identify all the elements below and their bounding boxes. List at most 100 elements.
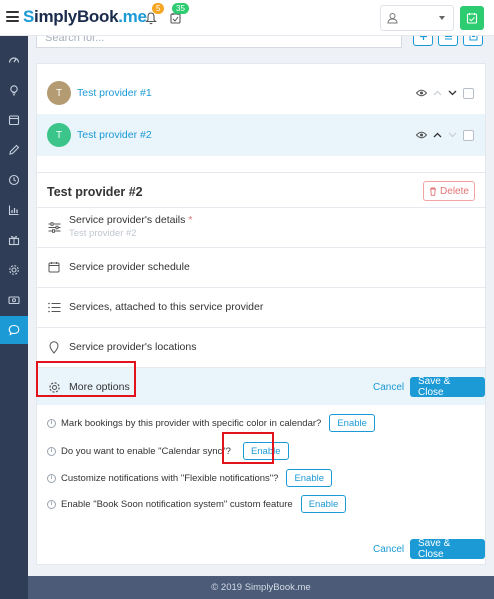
- eye-icon[interactable]: [415, 129, 427, 141]
- sidebar-item-history[interactable]: [0, 166, 28, 194]
- user-icon: [387, 13, 398, 24]
- sidebar-item-ideas[interactable]: [0, 76, 28, 104]
- export-icon: [469, 36, 477, 41]
- enable-color-button[interactable]: Enable: [329, 414, 375, 432]
- gift-icon: [8, 235, 20, 246]
- more-options-body: i Mark bookings by this provider with sp…: [37, 405, 485, 531]
- location-pin-icon: [47, 340, 61, 354]
- cancel-button[interactable]: Cancel: [373, 544, 404, 555]
- details-sub: Test provider #2: [69, 228, 137, 239]
- money-icon: [8, 296, 20, 305]
- chevron-up-icon[interactable]: [431, 87, 443, 99]
- more-options-row[interactable]: More options Cancel Save & Close: [37, 367, 485, 405]
- menu-icon[interactable]: [6, 11, 19, 22]
- details-row[interactable]: Service provider's details * Test provid…: [37, 207, 485, 247]
- info-icon: i: [47, 473, 56, 483]
- locations-row[interactable]: Service provider's locations: [37, 327, 485, 367]
- gear-icon: [9, 265, 19, 275]
- info-icon: i: [47, 499, 56, 509]
- list-view-button[interactable]: [438, 36, 458, 46]
- calendar-check-icon: [466, 13, 478, 24]
- notifications-badge: 5: [152, 3, 165, 14]
- schedule-label: Service provider schedule: [69, 261, 190, 273]
- required-mark: *: [188, 214, 193, 226]
- enable-flexible-notifications-button[interactable]: Enable: [286, 469, 333, 487]
- chart-icon: [8, 205, 19, 216]
- info-icon: i: [47, 446, 56, 456]
- save-close-button[interactable]: Save & Close: [410, 376, 485, 398]
- enable-calendar-sync-button[interactable]: Enable: [242, 442, 289, 460]
- list-item[interactable]: T Test provider #2: [37, 114, 485, 156]
- sidebar-item-chat[interactable]: [0, 316, 28, 344]
- dashboard-icon: [8, 57, 20, 63]
- enable-book-soon-button[interactable]: Enable: [300, 495, 347, 513]
- feature-text: Do you want to enable "Calendar sync"?: [61, 445, 231, 457]
- delete-button[interactable]: Delete: [423, 181, 475, 201]
- row-checkbox[interactable]: [463, 129, 474, 141]
- tasks-badge: 35: [172, 3, 189, 14]
- trash-icon: [430, 187, 437, 196]
- list-item[interactable]: T Test provider #1: [37, 72, 485, 114]
- services-row[interactable]: Services, attached to this service provi…: [37, 287, 485, 327]
- clock-icon: [8, 174, 20, 186]
- copyright-text: © 2019 SimplyBook.me: [211, 582, 311, 593]
- footer: © 2019 SimplyBook.me: [28, 576, 494, 599]
- page-title: Test provider #2: [47, 185, 143, 199]
- calendar-quick-button[interactable]: [460, 6, 484, 30]
- chevron-down-icon[interactable]: [446, 87, 458, 99]
- eye-icon[interactable]: [415, 87, 427, 99]
- search-row: Search for...: [36, 36, 486, 54]
- delete-label: Delete: [440, 185, 469, 197]
- feature-row-book-soon: i Enable "Book Soon notification system"…: [47, 494, 347, 514]
- cancel-button[interactable]: Cancel: [373, 382, 404, 393]
- avatar: T: [47, 123, 71, 147]
- lightbulb-icon: [10, 85, 18, 96]
- plus-icon: [419, 36, 427, 40]
- locations-label: Service provider's locations: [69, 341, 197, 353]
- feature-row-color: i Mark bookings by this provider with sp…: [47, 413, 375, 433]
- info-icon: i: [47, 418, 56, 428]
- sidebar-item-gifts[interactable]: [0, 226, 28, 254]
- sidebar-item-calendar[interactable]: [0, 106, 28, 134]
- details-label: Service provider's details: [69, 214, 186, 226]
- export-button[interactable]: [463, 36, 483, 46]
- list-icon: [47, 300, 61, 314]
- schedule-row[interactable]: Service provider schedule: [37, 247, 485, 287]
- sidebar: [0, 36, 28, 599]
- main-content: Search for... T Test provider #1 T Test …: [28, 36, 494, 576]
- logo[interactable]: SimplyBook.me: [23, 7, 147, 27]
- top-bar: SimplyBook.me 5 35: [0, 0, 494, 36]
- services-label: Services, attached to this service provi…: [69, 301, 264, 313]
- provider-list: T Test provider #1 T Test provider #2: [36, 63, 486, 179]
- sidebar-item-payments[interactable]: [0, 286, 28, 314]
- feature-row-calendar-sync: i Do you want to enable "Calendar sync"?…: [47, 441, 289, 461]
- sidebar-item-settings[interactable]: [0, 256, 28, 284]
- sidebar-item-reports[interactable]: [0, 196, 28, 224]
- provider-detail-panel: Test provider #2 Delete Service provider…: [36, 172, 486, 565]
- chevron-down-icon: [439, 16, 445, 20]
- feature-text: Enable "Book Soon notification system" c…: [61, 498, 293, 510]
- calendar-icon: [8, 115, 20, 126]
- chat-icon: [8, 324, 20, 336]
- feature-text: Customize notifications with "Flexible n…: [61, 472, 279, 484]
- pencil-icon: [9, 144, 20, 155]
- sidebar-item-dashboard[interactable]: [0, 46, 28, 74]
- feature-text: Mark bookings by this provider with spec…: [61, 417, 322, 429]
- sidebar-item-edit[interactable]: [0, 136, 28, 164]
- sliders-icon: [47, 220, 61, 234]
- save-close-button[interactable]: Save & Close: [410, 538, 485, 560]
- avatar: T: [47, 81, 71, 105]
- feature-row-flexible-notifications: i Customize notifications with "Flexible…: [47, 468, 333, 488]
- search-input[interactable]: Search for...: [36, 36, 402, 48]
- list-icon: [444, 36, 452, 40]
- gear-icon: [47, 380, 61, 394]
- user-menu[interactable]: [380, 5, 454, 31]
- provider-name-link[interactable]: Test provider #2: [77, 129, 152, 141]
- chevron-up-icon[interactable]: [431, 129, 443, 141]
- provider-name-link[interactable]: Test provider #1: [77, 87, 152, 99]
- add-provider-button[interactable]: [413, 36, 433, 46]
- more-options-label: More options: [69, 381, 130, 393]
- chevron-down-icon[interactable]: [446, 129, 458, 141]
- row-checkbox[interactable]: [463, 87, 474, 99]
- calendar-icon: [47, 260, 61, 274]
